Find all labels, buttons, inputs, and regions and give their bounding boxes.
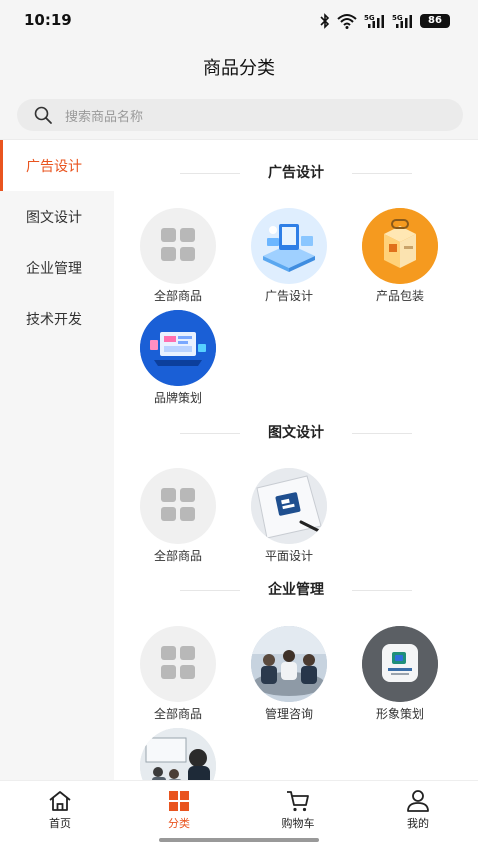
category-item-all[interactable]: 全部商品	[133, 468, 223, 564]
sidebar-item-label: 广告设计	[26, 158, 82, 175]
battery-indicator: 86	[420, 14, 450, 28]
category-item-training[interactable]	[133, 728, 223, 780]
tab-label: 购物车	[281, 817, 315, 830]
signal-5g-icon: 5G	[364, 14, 384, 28]
tab-label: 首页	[49, 817, 71, 830]
status-bar: 10:19 5G 5G 86	[0, 0, 478, 42]
tab-label: 我的	[407, 817, 429, 830]
tab-home[interactable]: 首页	[20, 789, 100, 831]
category-item-flat-design[interactable]: 平面设计	[244, 468, 334, 564]
category-item-label: 品牌策划	[153, 391, 202, 405]
category-item-brand-planning[interactable]: 品牌策划	[133, 310, 223, 406]
search-icon	[34, 106, 52, 124]
search-input[interactable]: 搜索商品名称	[17, 99, 463, 131]
sidebar-item-graphic-design[interactable]: 图文设计	[0, 191, 114, 242]
signal-5g-icon-2: 5G	[392, 14, 412, 28]
search-placeholder: 搜索商品名称	[65, 109, 144, 125]
page-title: 商品分类	[203, 58, 275, 79]
wifi-icon	[337, 14, 357, 29]
category-item-management-consulting[interactable]: 管理咨询	[244, 626, 334, 722]
sidebar-item-tech-development[interactable]: 技术开发	[0, 293, 114, 344]
isometric-devices-image	[251, 208, 327, 284]
category-item-image-planning[interactable]: 形象策划	[355, 626, 445, 722]
grid-icon	[140, 626, 216, 702]
search-bar: 搜索商品名称	[0, 90, 478, 140]
category-item-label: 全部商品	[153, 707, 202, 721]
brand-tile-image	[362, 626, 438, 702]
status-icons: 5G 5G 86	[320, 12, 450, 30]
category-item-label: 形象策划	[375, 707, 424, 721]
sidebar-item-ad-design[interactable]: 广告设计	[0, 140, 114, 191]
sidebar-item-label: 图文设计	[26, 209, 82, 226]
category-item-label: 全部商品	[153, 289, 202, 303]
category-item-label: 产品包装	[375, 289, 424, 303]
grid-icon	[140, 468, 216, 544]
header: 商品分类	[0, 42, 478, 90]
package-box-image	[362, 208, 438, 284]
tab-profile[interactable]: 我的	[378, 789, 458, 831]
category-sidebar: 广告设计 图文设计 企业管理 技术开发	[0, 140, 114, 780]
home-indicator	[159, 838, 319, 842]
category-item-label: 全部商品	[153, 549, 202, 563]
category-item-packaging[interactable]: 产品包装	[355, 208, 445, 304]
category-content: 广告设计 全部商品 广告设计 产品包装 品牌策划 图文设计 全部商品 平面设计 …	[114, 140, 478, 780]
svg-text:5G: 5G	[364, 14, 375, 22]
section-title: 企业管理	[114, 578, 478, 602]
tab-cart[interactable]: 购物车	[258, 789, 338, 831]
category-item-all[interactable]: 全部商品	[133, 208, 223, 304]
category-item-all[interactable]: 全部商品	[133, 626, 223, 722]
category-icon	[169, 791, 189, 811]
home-icon	[49, 791, 71, 811]
category-item-label: 平面设计	[264, 549, 313, 563]
section-title: 图文设计	[114, 421, 478, 445]
sidebar-item-enterprise-management[interactable]: 企业管理	[0, 242, 114, 293]
category-item-label: 广告设计	[264, 289, 313, 303]
tab-label: 分类	[168, 817, 190, 830]
tab-category[interactable]: 分类	[139, 789, 219, 831]
logo-sketch-image	[251, 468, 327, 544]
svg-text:5G: 5G	[392, 14, 403, 22]
bluetooth-icon	[320, 13, 330, 29]
sidebar-item-label: 技术开发	[26, 311, 82, 328]
cart-icon	[287, 791, 309, 812]
category-item-ad-design[interactable]: 广告设计	[244, 208, 334, 304]
training-room-image	[140, 728, 216, 780]
category-item-label: 管理咨询	[264, 707, 313, 721]
user-icon	[407, 790, 429, 812]
grid-icon	[140, 208, 216, 284]
section-title: 广告设计	[114, 161, 478, 185]
status-time: 10:19	[24, 11, 72, 29]
sidebar-item-label: 企业管理	[26, 260, 82, 277]
laptop-dashboard-image	[140, 310, 216, 386]
meeting-photo-image	[251, 626, 327, 702]
